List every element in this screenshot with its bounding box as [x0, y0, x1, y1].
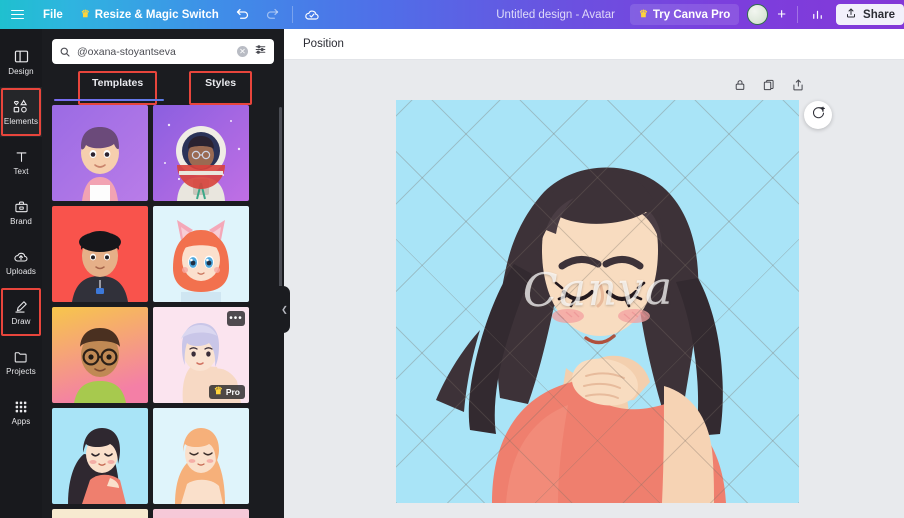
sidebar-item-elements[interactable]: Elements	[0, 87, 42, 137]
undo-icon[interactable]	[228, 0, 258, 29]
thumb-more-menu-button[interactable]: •••	[227, 311, 245, 326]
search-input[interactable]	[77, 45, 237, 58]
hamburger-icon[interactable]	[0, 0, 34, 29]
document-title-label: Untitled design - Avatar	[496, 8, 615, 21]
draw-icon	[12, 298, 30, 315]
duplicate-icon[interactable]	[761, 77, 776, 92]
redo-icon[interactable]	[258, 0, 288, 29]
upload-icon	[845, 7, 857, 22]
avatar[interactable]	[745, 4, 770, 25]
panel-tabs: Templates Styles	[42, 71, 284, 105]
sidebar-item-label: Draw	[11, 317, 31, 326]
sidebar-item-brand[interactable]: Brand	[0, 187, 42, 237]
tab-templates-label: Templates	[92, 77, 144, 89]
search-row: ✕	[42, 29, 284, 64]
template-thumb[interactable]	[153, 509, 249, 518]
toolbar-divider	[291, 6, 293, 23]
lock-icon[interactable]	[732, 77, 747, 92]
sidebar-item-label: Uploads	[5, 267, 37, 276]
sidebar-item-design[interactable]: Design	[0, 37, 42, 87]
try-canva-pro-button[interactable]: ♛ Try Canva Pro	[629, 4, 740, 25]
bar-chart-icon[interactable]	[802, 0, 832, 29]
position-button[interactable]: Position	[303, 38, 344, 50]
crown-icon: ♛	[638, 8, 648, 20]
search-icon	[59, 46, 71, 58]
template-thumb[interactable]	[52, 206, 148, 302]
template-grid: ••• ♛ Pro	[42, 105, 284, 518]
resize-magic-switch-label: Resize & Magic Switch	[94, 8, 219, 21]
sidebar-item-draw[interactable]: Draw	[0, 287, 42, 337]
brand-icon	[13, 198, 30, 215]
avatar-artwork	[396, 100, 799, 503]
add-collaborator-button[interactable]: +	[770, 0, 793, 29]
try-canva-pro-label: Try Canva Pro	[652, 8, 731, 21]
sidebar-item-label: Text	[13, 167, 29, 176]
crown-icon: ♛	[213, 386, 223, 397]
toolbar-divider-2	[797, 6, 799, 23]
avatar-image	[747, 4, 769, 25]
sidebar-item-label: Apps	[11, 417, 31, 426]
canvas-area: Position Canva	[284, 29, 904, 518]
sidebar-item-apps[interactable]: Apps	[0, 387, 42, 437]
magic-refresh-button[interactable]	[804, 101, 832, 129]
projects-icon	[12, 348, 30, 365]
template-thumb[interactable]	[153, 206, 249, 302]
add-collaborator-label: +	[777, 6, 787, 23]
template-thumb[interactable]	[153, 408, 249, 504]
pro-badge: ♛ Pro	[208, 385, 245, 399]
panel-scrollbar[interactable]	[279, 107, 282, 297]
sidebar-item-uploads[interactable]: Uploads	[0, 237, 42, 287]
crown-icon: ♛	[80, 8, 90, 20]
resize-magic-switch-button[interactable]: ♛ Resize & Magic Switch	[72, 0, 228, 29]
template-thumb[interactable]	[52, 509, 148, 518]
chevron-left-icon: ❮	[281, 305, 288, 314]
filter-sliders-icon[interactable]	[254, 43, 267, 61]
cloud-check-icon[interactable]	[297, 0, 327, 29]
template-thumb[interactable]	[52, 105, 148, 201]
elements-icon	[12, 98, 30, 115]
export-icon[interactable]	[790, 77, 805, 92]
share-button[interactable]: Share	[836, 4, 904, 25]
share-label: Share	[863, 8, 895, 21]
template-thumb[interactable]	[153, 105, 249, 201]
document-title[interactable]: Untitled design - Avatar	[487, 0, 624, 29]
sidebar-item-label: Projects	[6, 367, 36, 376]
sidebar-item-label: Design	[8, 67, 34, 76]
sidebar-item-label: Brand	[10, 217, 32, 226]
template-thumb[interactable]: ••• ♛ Pro	[153, 307, 249, 403]
canva-editor: File ♛ Resize & Magic Switch Untitled de…	[0, 0, 904, 518]
template-thumb[interactable]	[52, 307, 148, 403]
file-menu-label: File	[43, 8, 63, 21]
apps-icon	[13, 398, 29, 415]
search-box[interactable]: ✕	[52, 39, 274, 64]
position-toolbar: Position	[284, 29, 904, 60]
panel-collapse-handle[interactable]: ❮	[279, 286, 290, 333]
active-tab-underline	[54, 99, 164, 101]
artboard[interactable]: Canva	[396, 100, 799, 503]
tab-styles-label: Styles	[205, 77, 237, 89]
object-tools	[732, 77, 805, 92]
tab-templates[interactable]: Templates	[78, 71, 158, 105]
elements-panel: ✕ Templates Styles	[42, 29, 284, 518]
left-rail: Design Elements Text Brand Uploads Draw …	[0, 29, 42, 518]
text-icon	[14, 148, 29, 165]
clear-x-icon[interactable]: ✕	[237, 46, 248, 57]
sidebar-item-text[interactable]: Text	[0, 137, 42, 187]
file-menu-button[interactable]: File	[34, 0, 72, 29]
magic-refresh-icon	[811, 105, 826, 125]
pro-badge-label: Pro	[225, 387, 240, 397]
top-bar: File ♛ Resize & Magic Switch Untitled de…	[0, 0, 904, 29]
sidebar-item-projects[interactable]: Projects	[0, 337, 42, 387]
tab-styles[interactable]: Styles	[189, 71, 253, 105]
design-icon	[13, 48, 30, 65]
template-thumb[interactable]	[52, 408, 148, 504]
sidebar-item-label: Elements	[3, 117, 39, 126]
uploads-icon	[12, 248, 30, 265]
